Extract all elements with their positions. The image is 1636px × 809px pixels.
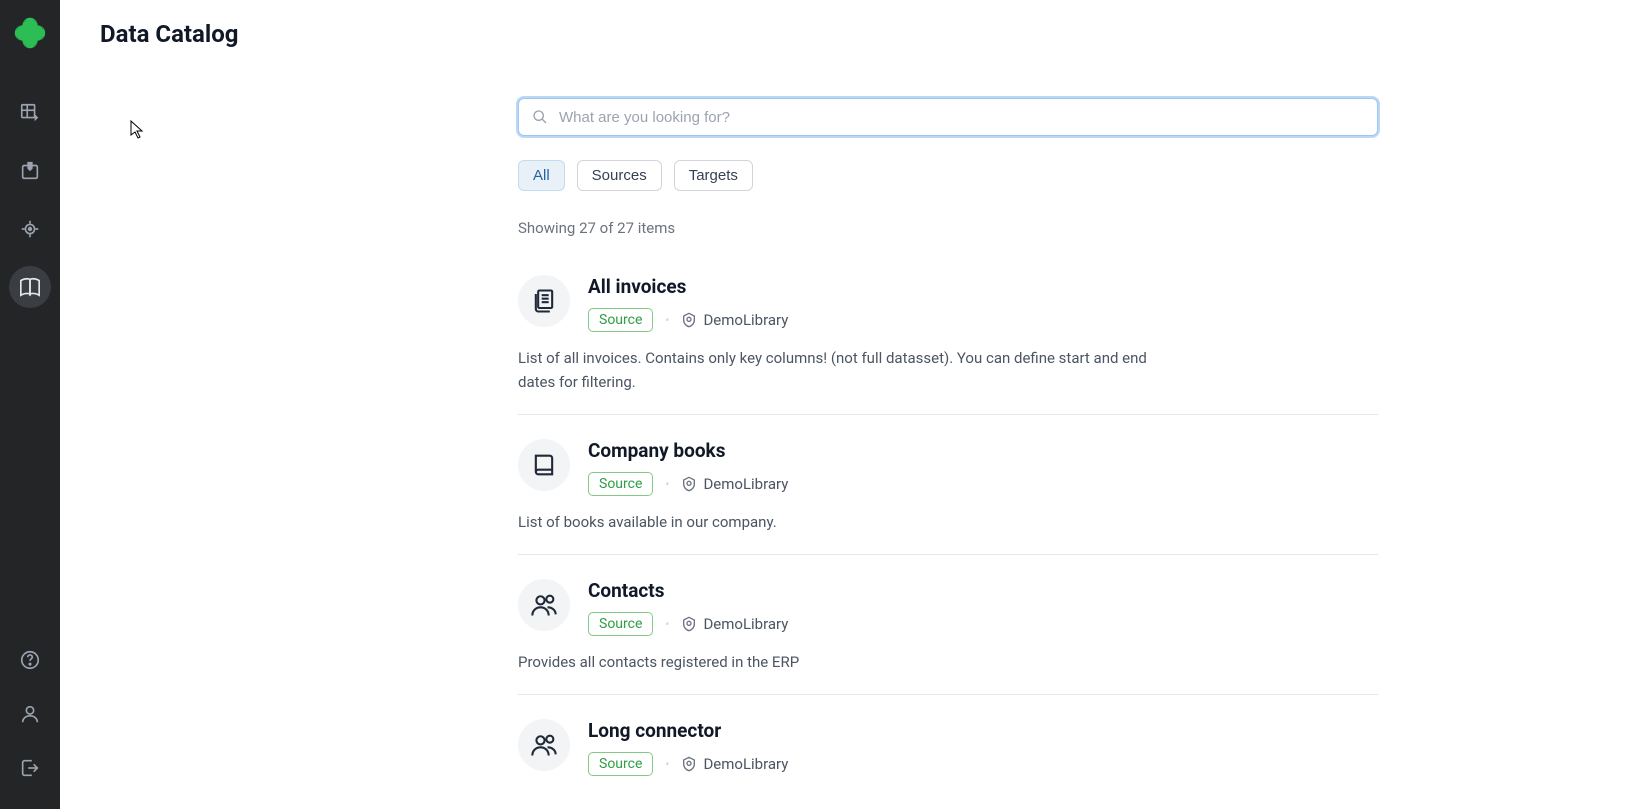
sidebar-item-catalog[interactable]	[9, 266, 51, 308]
sidebar-item-target[interactable]	[9, 208, 51, 250]
filter-all[interactable]: All	[518, 160, 565, 191]
catalog-item[interactable]: Company books Source • DemoLibrary	[518, 429, 1378, 555]
filter-sources[interactable]: Sources	[577, 160, 662, 191]
item-library: DemoLibrary	[681, 615, 788, 633]
search-icon	[532, 109, 548, 125]
item-library: DemoLibrary	[681, 311, 788, 329]
item-library: DemoLibrary	[681, 755, 788, 773]
meta-separator: •	[665, 477, 669, 491]
catalog-item[interactable]: Long connector Source • DemoLibrary	[518, 709, 1378, 796]
search-input[interactable]	[518, 98, 1378, 136]
catalog-item[interactable]: Contacts Source • DemoLibrary	[518, 569, 1378, 695]
sidebar-item-table[interactable]	[9, 92, 51, 134]
catalog-item[interactable]: All invoices Source • DemoLibrary	[518, 265, 1378, 415]
meta-separator: •	[665, 313, 669, 327]
item-badge: Source	[588, 752, 653, 776]
sidebar-item-help[interactable]	[9, 639, 51, 681]
library-icon	[681, 756, 697, 772]
result-count: Showing 27 of 27 items	[518, 219, 1378, 237]
item-description: List of books available in our company.	[518, 510, 1168, 534]
inbox-icon	[19, 160, 41, 182]
library-icon	[681, 476, 697, 492]
item-badge: Source	[588, 308, 653, 332]
item-description: Provides all contacts registered in the …	[518, 650, 1168, 674]
main-content: Data Catalog All Sources Targets Showing…	[60, 0, 1636, 809]
page-title: Data Catalog	[100, 20, 1596, 48]
sidebar-item-logout[interactable]	[9, 747, 51, 789]
item-title: Contacts	[588, 579, 1378, 602]
meta-separator: •	[665, 617, 669, 631]
target-icon	[19, 218, 41, 240]
sidebar-nav	[9, 92, 51, 308]
item-badge: Source	[588, 612, 653, 636]
item-title: Company books	[588, 439, 1378, 462]
sidebar	[0, 0, 60, 809]
book-icon	[518, 439, 570, 491]
item-library: DemoLibrary	[681, 475, 788, 493]
item-title: All invoices	[588, 275, 1378, 298]
documents-icon	[518, 275, 570, 327]
sidebar-bottom	[9, 639, 51, 809]
item-badge: Source	[588, 472, 653, 496]
sidebar-item-profile[interactable]	[9, 693, 51, 735]
search-wrapper	[518, 98, 1378, 136]
meta-separator: •	[665, 757, 669, 771]
filter-group: All Sources Targets	[518, 160, 1378, 191]
item-title: Long connector	[588, 719, 1378, 742]
users-icon	[518, 719, 570, 771]
book-open-icon	[19, 276, 41, 298]
users-icon	[518, 579, 570, 631]
filter-targets[interactable]: Targets	[674, 160, 753, 191]
user-icon	[19, 703, 41, 725]
logout-icon	[19, 757, 41, 779]
logo[interactable]	[11, 14, 49, 52]
item-description: List of all invoices. Contains only key …	[518, 346, 1168, 394]
library-icon	[681, 312, 697, 328]
sidebar-item-inbox[interactable]	[9, 150, 51, 192]
help-icon	[19, 649, 41, 671]
table-icon	[19, 102, 41, 124]
library-icon	[681, 616, 697, 632]
